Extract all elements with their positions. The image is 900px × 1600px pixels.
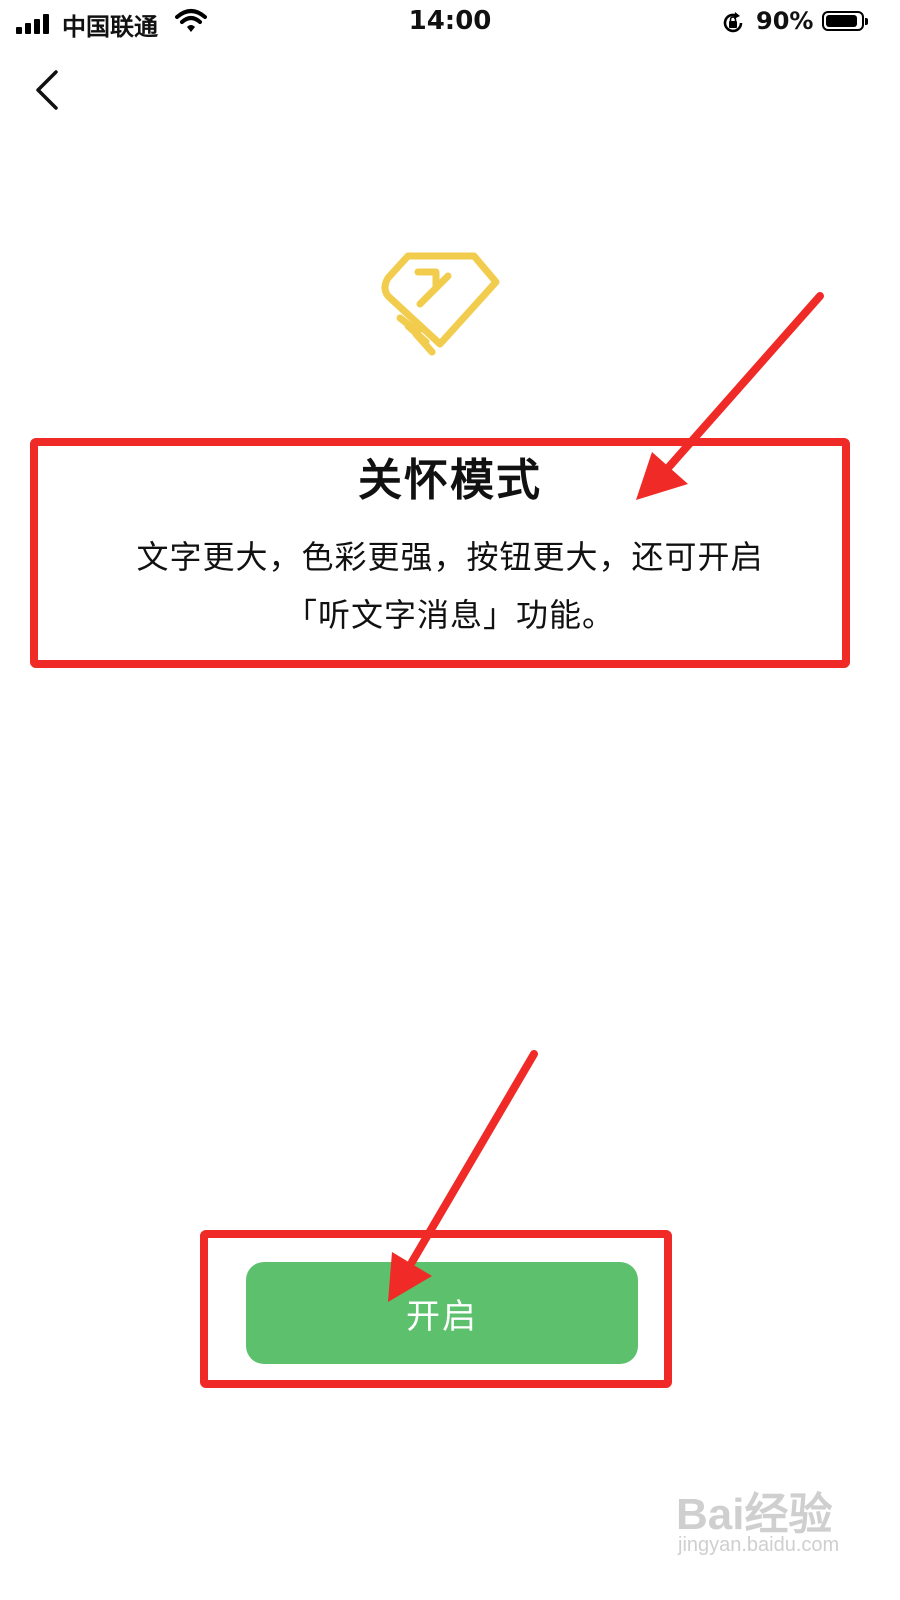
- enable-button[interactable]: 开启: [246, 1262, 638, 1364]
- battery-icon: [822, 11, 868, 31]
- watermark: Bai经验 jingyan.baidu.com: [676, 1478, 886, 1568]
- watermark-brand: Bai经验: [676, 1490, 833, 1539]
- page-description: 文字更大，色彩更强，按钮更大，还可开启 「听文字消息」功能。: [60, 528, 840, 644]
- page-title: 关怀模式: [358, 455, 542, 506]
- back-button[interactable]: [26, 64, 70, 116]
- battery-percent: 90%: [756, 7, 814, 35]
- status-bar: 中国联通 14:00 90%: [0, 0, 900, 46]
- chevron-left-icon: [36, 70, 58, 110]
- watermark-url: jingyan.baidu.com: [678, 1534, 840, 1556]
- description-line-1: 文字更大，色彩更强，按钮更大，还可开启: [136, 538, 764, 576]
- rotation-lock-icon: [723, 12, 743, 33]
- care-hands-icon: [381, 252, 500, 356]
- description-line-2: 「听文字消息」功能。: [284, 596, 615, 634]
